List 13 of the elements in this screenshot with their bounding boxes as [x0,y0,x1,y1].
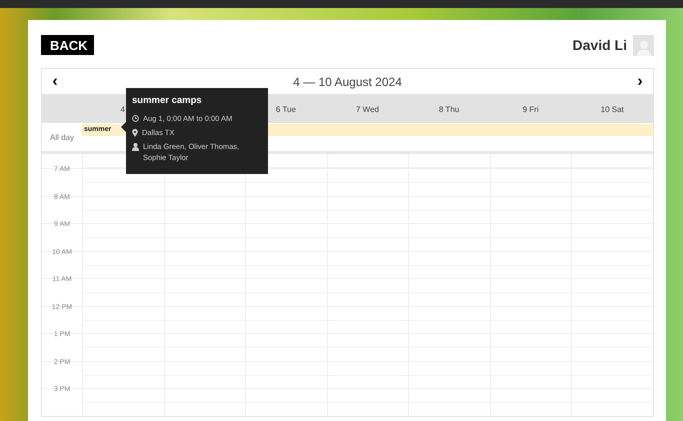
day-header: 7 Wed [326,95,408,123]
all-day-label: All day [48,132,75,144]
week-title: 4 — 10 August 2024 [292,74,403,88]
clock-icon [132,115,139,122]
day-header: 10 Sat [571,95,653,123]
user-name: David Li [572,37,627,53]
person-icon [132,143,139,151]
avatar-icon[interactable] [633,34,654,56]
time-slot[interactable] [82,169,164,196]
day-header: 8 Thu [408,95,490,123]
day-header: 9 Fri [490,95,572,123]
location-pin-icon [132,129,138,137]
back-button[interactable]: BACK [41,35,94,55]
